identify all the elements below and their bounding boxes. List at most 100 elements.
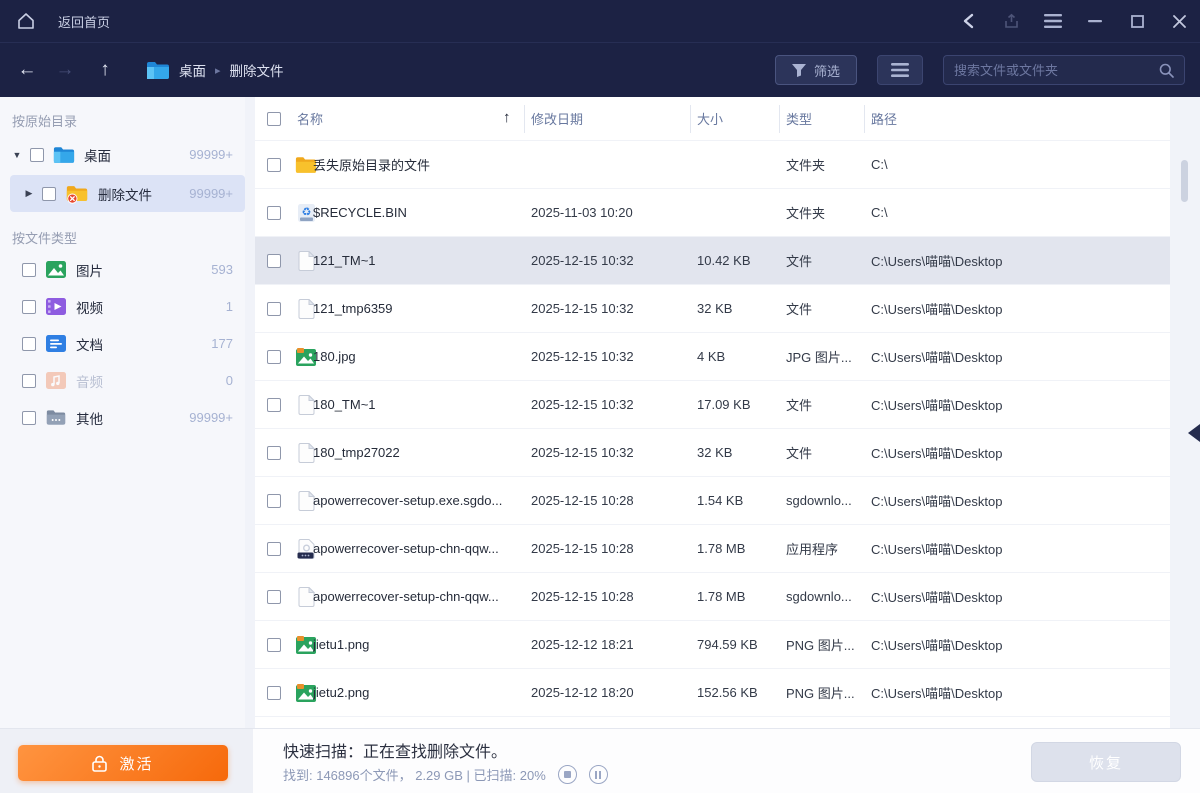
file-name: 丢失原始目录的文件 bbox=[313, 155, 513, 174]
file-type: 文件 bbox=[786, 395, 866, 414]
sidebar-item-label: 桌面 bbox=[84, 145, 111, 165]
title-bar: 返回首页 bbox=[0, 0, 1200, 42]
vertical-scrollbar[interactable] bbox=[1181, 160, 1188, 202]
menu-icon[interactable] bbox=[1032, 0, 1074, 42]
file-path: C:\Users\喵喵\Desktop bbox=[871, 683, 1163, 702]
row-checkbox[interactable] bbox=[267, 350, 281, 364]
table-row[interactable]: jietu2.png 2025-12-12 18:20 152.56 KB PN… bbox=[255, 669, 1170, 717]
table-row[interactable]: apowerrecover-setup-chn-qqw... 2025-12-1… bbox=[255, 573, 1170, 621]
home-icon[interactable] bbox=[16, 11, 36, 31]
share-icon[interactable] bbox=[948, 0, 990, 42]
row-checkbox[interactable] bbox=[267, 398, 281, 412]
stop-scan-button[interactable] bbox=[558, 765, 577, 784]
sidebar-item-label: 删除文件 bbox=[98, 184, 152, 204]
type-count: 1 bbox=[226, 299, 233, 314]
recover-button[interactable]: 恢复 bbox=[1031, 742, 1181, 782]
row-checkbox[interactable] bbox=[267, 446, 281, 460]
file-path: C:\Users\喵喵\Desktop bbox=[871, 395, 1163, 414]
sidebar-item-deleted-files[interactable]: ▶ 删除文件 99999+ bbox=[10, 175, 245, 212]
folder-icon bbox=[53, 146, 75, 164]
row-checkbox[interactable] bbox=[267, 542, 281, 556]
column-date[interactable]: 修改日期 bbox=[531, 109, 583, 128]
svg-text:♻: ♻ bbox=[301, 206, 311, 218]
filter-label: 筛选 bbox=[814, 61, 840, 80]
table-header: 名称 ↑ 修改日期 大小 类型 路径 bbox=[255, 97, 1170, 141]
row-checkbox[interactable] bbox=[267, 590, 281, 604]
table-row[interactable]: 121_tmp6359 2025-12-15 10:32 32 KB 文件 C:… bbox=[255, 285, 1170, 333]
audio-checkbox[interactable] bbox=[22, 374, 36, 388]
desktop-checkbox[interactable] bbox=[30, 148, 44, 162]
pause-scan-button[interactable] bbox=[589, 765, 608, 784]
activate-button[interactable]: 激活 bbox=[18, 745, 228, 781]
file-size: 10.42 KB bbox=[697, 253, 781, 268]
file-date: 2025-12-15 10:32 bbox=[531, 397, 681, 412]
sidebar-item-audio[interactable]: 音频 0 bbox=[0, 362, 245, 399]
documents-checkbox[interactable] bbox=[22, 337, 36, 351]
file-type: PNG 图片... bbox=[786, 683, 866, 702]
row-checkbox[interactable] bbox=[267, 206, 281, 220]
other-checkbox[interactable] bbox=[22, 411, 36, 425]
file-type: 文件夹 bbox=[786, 203, 866, 222]
row-checkbox[interactable] bbox=[267, 158, 281, 172]
search-input[interactable] bbox=[954, 63, 1159, 78]
column-path[interactable]: 路径 bbox=[871, 109, 897, 128]
row-checkbox[interactable] bbox=[267, 686, 281, 700]
back-to-home-button[interactable]: 返回首页 bbox=[58, 12, 110, 31]
row-checkbox[interactable] bbox=[267, 302, 281, 316]
type-label: 其他 bbox=[76, 408, 103, 428]
row-checkbox[interactable] bbox=[267, 638, 281, 652]
videos-icon bbox=[46, 298, 66, 315]
column-size[interactable]: 大小 bbox=[697, 109, 723, 128]
forward-arrow-icon[interactable]: → bbox=[52, 59, 78, 81]
breadcrumb-deleted-files[interactable]: 删除文件 bbox=[230, 60, 284, 80]
pictures-checkbox[interactable] bbox=[22, 263, 36, 277]
file-path: C:\Users\喵喵\Desktop bbox=[871, 635, 1163, 654]
expand-icon[interactable]: ▶ bbox=[24, 188, 34, 199]
sort-ascending-icon[interactable]: ↑ bbox=[503, 109, 511, 126]
breadcrumb: 桌面 ▸ 删除文件 bbox=[146, 60, 284, 80]
deleted-files-checkbox[interactable] bbox=[42, 187, 56, 201]
table-row[interactable]: 180_TM~1 2025-12-15 10:32 17.09 KB 文件 C:… bbox=[255, 381, 1170, 429]
column-name[interactable]: 名称 bbox=[297, 109, 323, 128]
sidebar-item-documents[interactable]: 文档 177 bbox=[0, 325, 245, 362]
status-bar: 快速扫描：正在查找删除文件。 找到: 146896个文件， 2.29 GB | … bbox=[253, 728, 1200, 793]
sidebar-item-desktop[interactable]: ▼ 桌面 99999+ bbox=[12, 136, 245, 173]
table-row[interactable]: 180_tmp27022 2025-12-15 10:32 32 KB 文件 C… bbox=[255, 429, 1170, 477]
minimize-icon[interactable] bbox=[1074, 0, 1116, 42]
table-row[interactable]: apowerrecover-setup-chn-qqw... 2025-12-1… bbox=[255, 525, 1170, 573]
table-row[interactable]: apowerrecover-setup.exe.sgdo... 2025-12-… bbox=[255, 477, 1170, 525]
table-row[interactable]: 180.jpg 2025-12-15 10:32 4 KB JPG 图片... … bbox=[255, 333, 1170, 381]
expand-panel-handle-icon[interactable] bbox=[1188, 424, 1200, 442]
search-icon[interactable] bbox=[1159, 63, 1174, 78]
sidebar-item-pictures[interactable]: 图片 593 bbox=[0, 251, 245, 288]
column-type[interactable]: 类型 bbox=[786, 109, 812, 128]
select-all-checkbox[interactable] bbox=[267, 112, 281, 126]
file-size: 32 KB bbox=[697, 301, 781, 316]
table-row[interactable]: 121_TM~1 2025-12-15 10:32 10.42 KB 文件 C:… bbox=[255, 237, 1170, 285]
up-arrow-icon[interactable]: ↑ bbox=[92, 59, 118, 81]
close-icon[interactable] bbox=[1158, 0, 1200, 42]
file-type: 文件 bbox=[786, 299, 866, 318]
file-type: 文件夹 bbox=[786, 155, 866, 174]
type-label: 图片 bbox=[76, 260, 103, 280]
videos-checkbox[interactable] bbox=[22, 300, 36, 314]
sidebar-item-other[interactable]: 其他 99999+ bbox=[0, 399, 245, 436]
breadcrumb-desktop[interactable]: 桌面 bbox=[179, 60, 206, 80]
row-checkbox[interactable] bbox=[267, 254, 281, 268]
table-row[interactable]: 丢失原始目录的文件 文件夹 C:\ bbox=[255, 141, 1170, 189]
table-row[interactable]: ♻ $RECYCLE.BIN 2025-11-03 10:20 文件夹 C:\ bbox=[255, 189, 1170, 237]
file-name: 180_TM~1 bbox=[313, 397, 513, 412]
back-arrow-icon[interactable]: ← bbox=[14, 59, 40, 81]
type-label: 音频 bbox=[76, 371, 103, 391]
file-path: C:\Users\喵喵\Desktop bbox=[871, 587, 1163, 606]
export-icon[interactable] bbox=[990, 0, 1032, 42]
row-checkbox[interactable] bbox=[267, 494, 281, 508]
collapse-icon[interactable]: ▼ bbox=[12, 150, 22, 160]
view-options-button[interactable] bbox=[877, 55, 923, 85]
maximize-icon[interactable] bbox=[1116, 0, 1158, 42]
funnel-icon bbox=[792, 64, 806, 77]
table-row[interactable]: jietu1.png 2025-12-12 18:21 794.59 KB PN… bbox=[255, 621, 1170, 669]
sidebar-item-videos[interactable]: 视频 1 bbox=[0, 288, 245, 325]
filter-button[interactable]: 筛选 bbox=[775, 55, 857, 85]
toolbar: ← → ↑ 桌面 ▸ 删除文件 筛选 bbox=[0, 42, 1200, 97]
